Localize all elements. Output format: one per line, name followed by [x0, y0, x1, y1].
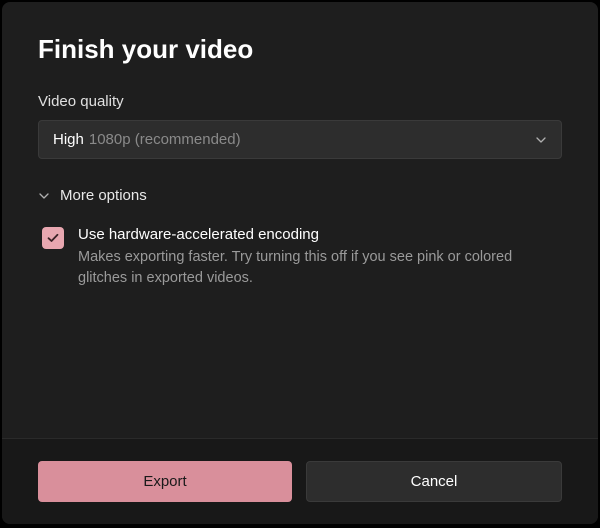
dialog-footer: Export Cancel: [2, 438, 598, 524]
more-options-toggle[interactable]: More options: [38, 187, 562, 204]
quality-dropdown[interactable]: High 1080p (recommended): [38, 120, 562, 159]
hw-encoding-description: Makes exporting faster. Try turning this…: [78, 247, 562, 289]
cancel-button[interactable]: Cancel: [306, 461, 562, 502]
checkmark-icon: [46, 231, 60, 245]
quality-selected-secondary: 1080p (recommended): [89, 131, 241, 148]
more-options-label: More options: [60, 187, 147, 204]
chevron-down-icon: [38, 190, 50, 202]
hw-encoding-title: Use hardware-accelerated encoding: [78, 226, 562, 243]
dialog-title: Finish your video: [38, 34, 562, 65]
export-button[interactable]: Export: [38, 461, 292, 502]
chevron-down-icon: [535, 134, 547, 146]
export-dialog: Finish your video Video quality High 108…: [2, 2, 598, 524]
hw-encoding-option: Use hardware-accelerated encoding Makes …: [38, 226, 562, 289]
quality-selected-primary: High: [53, 131, 84, 148]
quality-selected: High 1080p (recommended): [53, 131, 241, 148]
hw-encoding-checkbox[interactable]: [42, 227, 64, 249]
dialog-content: Finish your video Video quality High 108…: [2, 2, 598, 438]
quality-label: Video quality: [38, 93, 562, 110]
hw-encoding-text: Use hardware-accelerated encoding Makes …: [78, 226, 562, 289]
